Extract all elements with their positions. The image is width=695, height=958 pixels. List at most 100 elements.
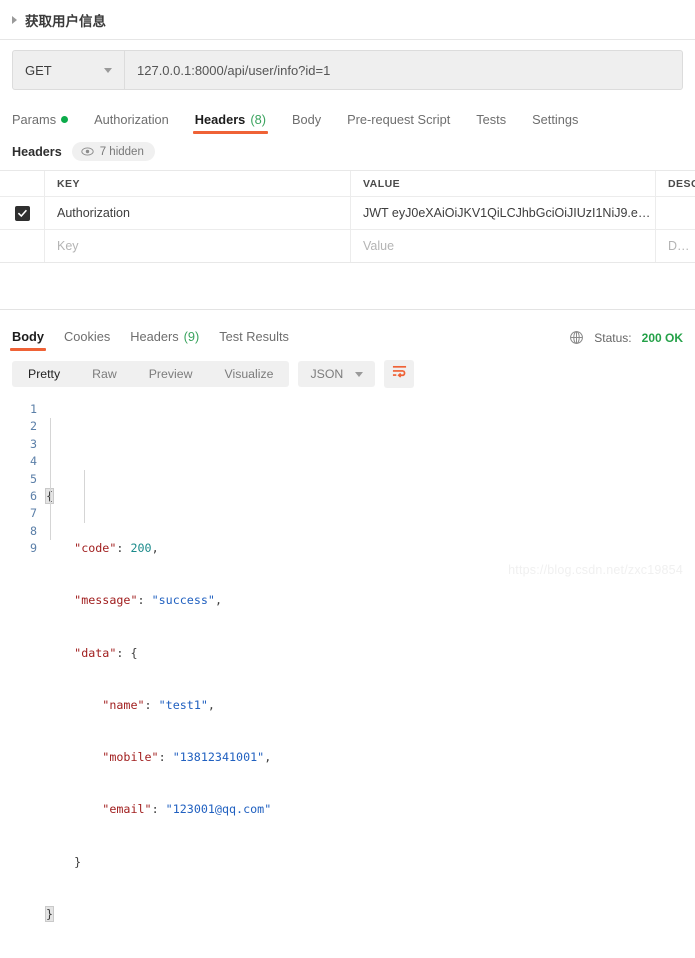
caret-right-icon[interactable] xyxy=(12,16,17,24)
code-line-5: "name": "test1", xyxy=(46,697,695,714)
new-value-cell[interactable]: Value xyxy=(351,230,656,262)
code-line-3: "message": "success", xyxy=(46,592,695,609)
eye-icon xyxy=(81,145,94,158)
json-value-email: 123001@qq.com xyxy=(173,802,264,816)
table-row[interactable]: Authorization JWT eyJ0eXAiOiJKV1QiLCJhbG… xyxy=(0,197,695,230)
view-mode-pretty-label: Pretty xyxy=(28,367,60,381)
row-checkbox-cell-empty xyxy=(0,230,45,262)
row-checkbox-checked[interactable] xyxy=(15,206,30,221)
response-tab-headers[interactable]: Headers (9) xyxy=(130,329,199,351)
tab-headers[interactable]: Headers (8) xyxy=(195,112,266,134)
response-format-select[interactable]: JSON xyxy=(298,361,375,387)
tab-headers-label: Headers xyxy=(195,112,246,127)
tab-settings[interactable]: Settings xyxy=(532,112,578,134)
url-row: GET 127.0.0.1:8000/api/user/info?id=1 xyxy=(0,40,695,102)
headers-table-header-row: KEY VALUE DESCRIPTION xyxy=(0,171,695,197)
view-mode-visualize[interactable]: Visualize xyxy=(208,361,289,387)
code-line-8: } xyxy=(46,854,695,871)
response-tab-test-results[interactable]: Test Results xyxy=(219,329,289,351)
header-cell-description: DESCRIPTION xyxy=(656,171,695,196)
json-value-mobile: 13812341001 xyxy=(180,750,257,764)
line-number: 9 xyxy=(0,540,37,557)
http-method-value: GET xyxy=(25,63,52,78)
chevron-down-icon xyxy=(104,68,112,73)
code-line-1: { xyxy=(46,488,695,505)
response-tab-body[interactable]: Body xyxy=(12,329,44,351)
row-checkbox-cell xyxy=(0,197,45,229)
response-tab-cookies[interactable]: Cookies xyxy=(64,329,110,351)
tab-params-label: Params xyxy=(12,112,56,127)
tab-headers-count: (8) xyxy=(250,112,266,127)
row-key-value: Authorization xyxy=(57,206,130,220)
tab-pre-request-script[interactable]: Pre-request Script xyxy=(347,112,450,134)
line-number: 6 xyxy=(0,488,37,505)
url-input[interactable]: 127.0.0.1:8000/api/user/info?id=1 xyxy=(125,51,682,89)
line-number: 2 xyxy=(0,418,37,435)
line-number-gutter: 1 2 3 4 5 6 7 8 9 xyxy=(0,401,46,958)
fold-guide-outer xyxy=(50,418,51,540)
column-header-value: VALUE xyxy=(363,178,400,190)
new-key-cell[interactable]: Key xyxy=(45,230,351,262)
view-mode-pretty[interactable]: Pretty xyxy=(12,361,76,387)
hidden-headers-count: 7 hidden xyxy=(100,146,144,158)
column-header-description: DESCRIPTION xyxy=(668,178,695,190)
request-pane-spacer xyxy=(0,263,695,309)
response-format-value: JSON xyxy=(310,367,343,381)
code-line-7: "email": "123001@qq.com" xyxy=(46,801,695,818)
code-line-2: "code": 200, xyxy=(46,540,695,557)
response-tab-body-label: Body xyxy=(12,329,44,344)
column-header-key: KEY xyxy=(57,178,80,190)
response-body-toolbar: Pretty Raw Preview Visualize JSON xyxy=(0,351,695,395)
row-value-value: JWT eyJ0eXAiOiJKV1QiLCJhbGciOiJIUzI1NiJ9… xyxy=(363,206,655,220)
json-value-message: success xyxy=(159,593,208,607)
row-key-cell[interactable]: Authorization xyxy=(45,197,351,229)
table-row[interactable]: Key Value Description xyxy=(0,230,695,262)
tab-tests-label: Tests xyxy=(476,112,506,127)
status-label: Status: xyxy=(594,331,631,345)
url-value: 127.0.0.1:8000/api/user/info?id=1 xyxy=(137,63,330,78)
row-description-cell[interactable] xyxy=(656,197,695,229)
header-cell-key: KEY xyxy=(45,171,351,196)
url-bar: GET 127.0.0.1:8000/api/user/info?id=1 xyxy=(12,50,683,90)
tab-tests[interactable]: Tests xyxy=(476,112,506,134)
watermark: https://blog.csdn.net/zxc19854 xyxy=(508,563,683,577)
new-description-placeholder: Description xyxy=(668,239,695,253)
hidden-headers-toggle[interactable]: 7 hidden xyxy=(72,142,155,161)
view-mode-group: Pretty Raw Preview Visualize xyxy=(12,361,289,387)
status-badge: 200 OK xyxy=(642,331,683,345)
code-line-4: "data": { xyxy=(46,645,695,662)
chevron-down-icon xyxy=(355,372,363,377)
tab-pre-request-script-label: Pre-request Script xyxy=(347,112,450,127)
row-value-cell[interactable]: JWT eyJ0eXAiOiJKV1QiLCJhbGciOiJIUzI1NiJ9… xyxy=(351,197,656,229)
headers-subrow: Headers 7 hidden xyxy=(0,134,695,170)
tab-authorization-label: Authorization xyxy=(94,112,169,127)
new-key-placeholder: Key xyxy=(57,239,79,253)
line-number: 1 xyxy=(0,401,37,418)
line-number: 8 xyxy=(0,523,37,540)
json-code-content: { "code": 200, "message": "success", "da… xyxy=(46,401,695,958)
wrap-lines-button[interactable] xyxy=(384,360,414,388)
pane-divider[interactable] xyxy=(0,309,695,310)
view-mode-raw-label: Raw xyxy=(92,367,117,381)
view-mode-visualize-label: Visualize xyxy=(224,367,273,381)
code-line-9: } xyxy=(46,906,695,923)
view-mode-preview[interactable]: Preview xyxy=(133,361,209,387)
response-body-viewer[interactable]: 1 2 3 4 5 6 7 8 9 { "code": 200, "messag… xyxy=(0,395,695,958)
json-value-code: 200 xyxy=(130,541,151,555)
tab-params[interactable]: Params xyxy=(12,112,68,134)
tab-authorization[interactable]: Authorization xyxy=(94,112,169,134)
response-tab-test-results-label: Test Results xyxy=(219,329,289,344)
http-method-select[interactable]: GET xyxy=(13,51,125,89)
response-status-area: Status: 200 OK xyxy=(569,330,683,351)
headers-table: KEY VALUE DESCRIPTION Authorization JWT … xyxy=(0,170,695,263)
tab-settings-label: Settings xyxy=(532,112,578,127)
response-tab-cookies-label: Cookies xyxy=(64,329,110,344)
line-number: 4 xyxy=(0,453,37,470)
json-value-name: test1 xyxy=(166,698,201,712)
request-tabs: Params Authorization Headers (8) Body Pr… xyxy=(0,102,695,134)
view-mode-raw[interactable]: Raw xyxy=(76,361,133,387)
globe-icon[interactable] xyxy=(569,330,584,345)
tab-body[interactable]: Body xyxy=(292,112,321,134)
new-description-cell[interactable]: Description xyxy=(656,230,695,262)
headers-section-label: Headers xyxy=(12,145,62,159)
